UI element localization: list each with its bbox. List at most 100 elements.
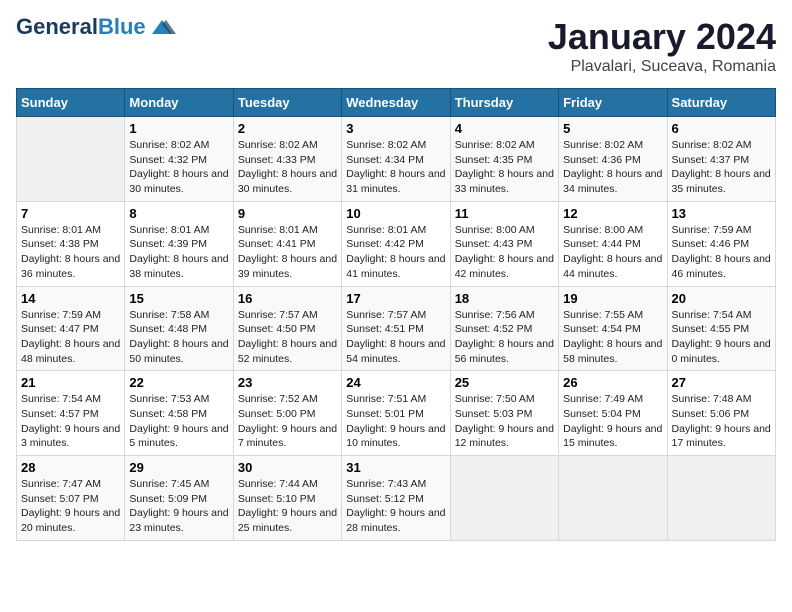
calendar-cell bbox=[559, 456, 667, 541]
cell-info: Sunrise: 7:57 AMSunset: 4:51 PMDaylight:… bbox=[346, 308, 445, 367]
cell-info: Sunrise: 7:45 AMSunset: 5:09 PMDaylight:… bbox=[129, 477, 228, 536]
day-number: 21 bbox=[21, 375, 120, 390]
weekday-header-saturday: Saturday bbox=[667, 89, 775, 117]
cell-info: Sunrise: 7:59 AMSunset: 4:46 PMDaylight:… bbox=[672, 223, 771, 282]
calendar-cell: 27Sunrise: 7:48 AMSunset: 5:06 PMDayligh… bbox=[667, 371, 775, 456]
weekday-header-thursday: Thursday bbox=[450, 89, 558, 117]
day-number: 2 bbox=[238, 121, 337, 136]
calendar-cell: 22 Sunrise: 7:53 AMSunset: 4:58 PMDayligh… bbox=[125, 371, 233, 456]
week-row-1: 1 Sunrise: 8:02 AMSunset: 4:32 PMDaylight… bbox=[17, 117, 776, 202]
calendar-cell: 17 Sunrise: 7:57 AMSunset: 4:51 PMDayligh… bbox=[342, 286, 450, 371]
weekday-header-wednesday: Wednesday bbox=[342, 89, 450, 117]
cell-info: Sunrise: 7:53 AMSunset: 4:58 PMDaylight:… bbox=[129, 392, 228, 451]
day-number: 18 bbox=[455, 291, 554, 306]
cell-info: Sunrise: 7:50 AMSunset: 5:03 PMDaylight:… bbox=[455, 392, 554, 451]
day-number: 19 bbox=[563, 291, 662, 306]
calendar-cell: 3Sunrise: 8:02 AMSunset: 4:34 PMDaylight… bbox=[342, 117, 450, 202]
day-number: 23 bbox=[238, 375, 337, 390]
cell-info: Sunrise: 8:01 AMSunset: 4:39 PMDaylight:… bbox=[129, 223, 228, 282]
day-number: 11 bbox=[455, 206, 554, 221]
calendar-subtitle: Plavalari, Suceava, Romania bbox=[548, 58, 776, 76]
day-number: 26 bbox=[563, 375, 662, 390]
cell-info: Sunrise: 8:02 AMSunset: 4:35 PMDaylight:… bbox=[455, 138, 554, 197]
calendar-cell: 16 Sunrise: 7:57 AMSunset: 4:50 PMDayligh… bbox=[233, 286, 341, 371]
cell-info: Sunrise: 8:01 AMSunset: 4:38 PMDaylight:… bbox=[21, 223, 120, 282]
weekday-header-tuesday: Tuesday bbox=[233, 89, 341, 117]
logo-icon bbox=[148, 16, 176, 38]
calendar-cell: 15 Sunrise: 7:58 AMSunset: 4:48 PMDayligh… bbox=[125, 286, 233, 371]
day-number: 14 bbox=[21, 291, 120, 306]
day-number: 9 bbox=[238, 206, 337, 221]
calendar-cell: 26 Sunrise: 7:49 AMSunset: 5:04 PMDayligh… bbox=[559, 371, 667, 456]
day-number: 16 bbox=[238, 291, 337, 306]
day-number: 13 bbox=[672, 206, 771, 221]
calendar-cell: 1 Sunrise: 8:02 AMSunset: 4:32 PMDaylight… bbox=[125, 117, 233, 202]
day-number: 12 bbox=[563, 206, 662, 221]
cell-info: Sunrise: 8:02 AMSunset: 4:37 PMDaylight:… bbox=[672, 138, 771, 197]
cell-info: Sunrise: 7:59 AMSunset: 4:47 PMDaylight:… bbox=[21, 308, 120, 367]
cell-info: Sunrise: 7:57 AMSunset: 4:50 PMDaylight:… bbox=[238, 308, 337, 367]
calendar-cell bbox=[667, 456, 775, 541]
calendar-cell bbox=[450, 456, 558, 541]
day-number: 15 bbox=[129, 291, 228, 306]
week-row-3: 14 Sunrise: 7:59 AMSunset: 4:47 PMDayligh… bbox=[17, 286, 776, 371]
day-number: 20 bbox=[672, 291, 771, 306]
cell-info: Sunrise: 7:43 AMSunset: 5:12 PMDaylight:… bbox=[346, 477, 445, 536]
day-number: 1 bbox=[129, 121, 228, 136]
cell-info: Sunrise: 8:02 AMSunset: 4:32 PMDaylight:… bbox=[129, 138, 228, 197]
logo-general: General bbox=[16, 14, 98, 39]
cell-info: Sunrise: 7:54 AMSunset: 4:57 PMDaylight:… bbox=[21, 392, 120, 451]
day-number: 29 bbox=[129, 460, 228, 475]
day-number: 8 bbox=[129, 206, 228, 221]
cell-info: Sunrise: 7:55 AMSunset: 4:54 PMDaylight:… bbox=[563, 308, 662, 367]
cell-info: Sunrise: 7:44 AMSunset: 5:10 PMDaylight:… bbox=[238, 477, 337, 536]
weekday-header-friday: Friday bbox=[559, 89, 667, 117]
cell-info: Sunrise: 8:02 AMSunset: 4:34 PMDaylight:… bbox=[346, 138, 445, 197]
cell-info: Sunrise: 8:00 AMSunset: 4:44 PMDaylight:… bbox=[563, 223, 662, 282]
page-header: GeneralBlue January 2024 Plavalari, Suce… bbox=[16, 16, 776, 76]
cell-info: Sunrise: 8:00 AMSunset: 4:43 PMDaylight:… bbox=[455, 223, 554, 282]
calendar-cell: 24 Sunrise: 7:51 AMSunset: 5:01 PMDayligh… bbox=[342, 371, 450, 456]
calendar-cell: 23 Sunrise: 7:52 AMSunset: 5:00 PMDayligh… bbox=[233, 371, 341, 456]
calendar-cell bbox=[17, 117, 125, 202]
week-row-2: 7 Sunrise: 8:01 AMSunset: 4:38 PMDaylight… bbox=[17, 201, 776, 286]
calendar-title: January 2024 bbox=[548, 16, 776, 58]
title-block: January 2024 Plavalari, Suceava, Romania bbox=[548, 16, 776, 76]
day-number: 10 bbox=[346, 206, 445, 221]
week-row-5: 28Sunrise: 7:47 AMSunset: 5:07 PMDayligh… bbox=[17, 456, 776, 541]
calendar-cell: 31 Sunrise: 7:43 AMSunset: 5:12 PMDayligh… bbox=[342, 456, 450, 541]
calendar-cell: 29 Sunrise: 7:45 AMSunset: 5:09 PMDayligh… bbox=[125, 456, 233, 541]
cell-info: Sunrise: 7:58 AMSunset: 4:48 PMDaylight:… bbox=[129, 308, 228, 367]
cell-info: Sunrise: 7:52 AMSunset: 5:00 PMDaylight:… bbox=[238, 392, 337, 451]
calendar-cell: 21 Sunrise: 7:54 AMSunset: 4:57 PMDayligh… bbox=[17, 371, 125, 456]
day-number: 5 bbox=[563, 121, 662, 136]
calendar-cell: 11 Sunrise: 8:00 AMSunset: 4:43 PMDayligh… bbox=[450, 201, 558, 286]
cell-info: Sunrise: 7:56 AMSunset: 4:52 PMDaylight:… bbox=[455, 308, 554, 367]
calendar-cell: 7 Sunrise: 8:01 AMSunset: 4:38 PMDaylight… bbox=[17, 201, 125, 286]
cell-info: Sunrise: 8:01 AMSunset: 4:41 PMDaylight:… bbox=[238, 223, 337, 282]
calendar-cell: 13 Sunrise: 7:59 AMSunset: 4:46 PMDayligh… bbox=[667, 201, 775, 286]
cell-info: Sunrise: 7:51 AMSunset: 5:01 PMDaylight:… bbox=[346, 392, 445, 451]
day-number: 17 bbox=[346, 291, 445, 306]
day-number: 6 bbox=[672, 121, 771, 136]
day-number: 24 bbox=[346, 375, 445, 390]
cell-info: Sunrise: 8:02 AMSunset: 4:33 PMDaylight:… bbox=[238, 138, 337, 197]
day-number: 7 bbox=[21, 206, 120, 221]
calendar-cell: 19 Sunrise: 7:55 AMSunset: 4:54 PMDayligh… bbox=[559, 286, 667, 371]
calendar-cell: 6 Sunrise: 8:02 AMSunset: 4:37 PMDaylight… bbox=[667, 117, 775, 202]
cell-info: Sunrise: 7:49 AMSunset: 5:04 PMDaylight:… bbox=[563, 392, 662, 451]
day-number: 4 bbox=[455, 121, 554, 136]
day-number: 31 bbox=[346, 460, 445, 475]
calendar-cell: 10 Sunrise: 8:01 AMSunset: 4:42 PMDayligh… bbox=[342, 201, 450, 286]
calendar-cell: 20Sunrise: 7:54 AMSunset: 4:55 PMDayligh… bbox=[667, 286, 775, 371]
weekday-header-sunday: Sunday bbox=[17, 89, 125, 117]
calendar-cell: 5Sunrise: 8:02 AMSunset: 4:36 PMDaylight… bbox=[559, 117, 667, 202]
calendar-cell: 30Sunrise: 7:44 AMSunset: 5:10 PMDayligh… bbox=[233, 456, 341, 541]
calendar-cell: 14 Sunrise: 7:59 AMSunset: 4:47 PMDayligh… bbox=[17, 286, 125, 371]
day-number: 28 bbox=[21, 460, 120, 475]
cell-info: Sunrise: 8:01 AMSunset: 4:42 PMDaylight:… bbox=[346, 223, 445, 282]
day-number: 22 bbox=[129, 375, 228, 390]
calendar-cell: 8 Sunrise: 8:01 AMSunset: 4:39 PMDaylight… bbox=[125, 201, 233, 286]
calendar-cell: 25Sunrise: 7:50 AMSunset: 5:03 PMDayligh… bbox=[450, 371, 558, 456]
calendar-table: SundayMondayTuesdayWednesdayThursdayFrid… bbox=[16, 88, 776, 541]
